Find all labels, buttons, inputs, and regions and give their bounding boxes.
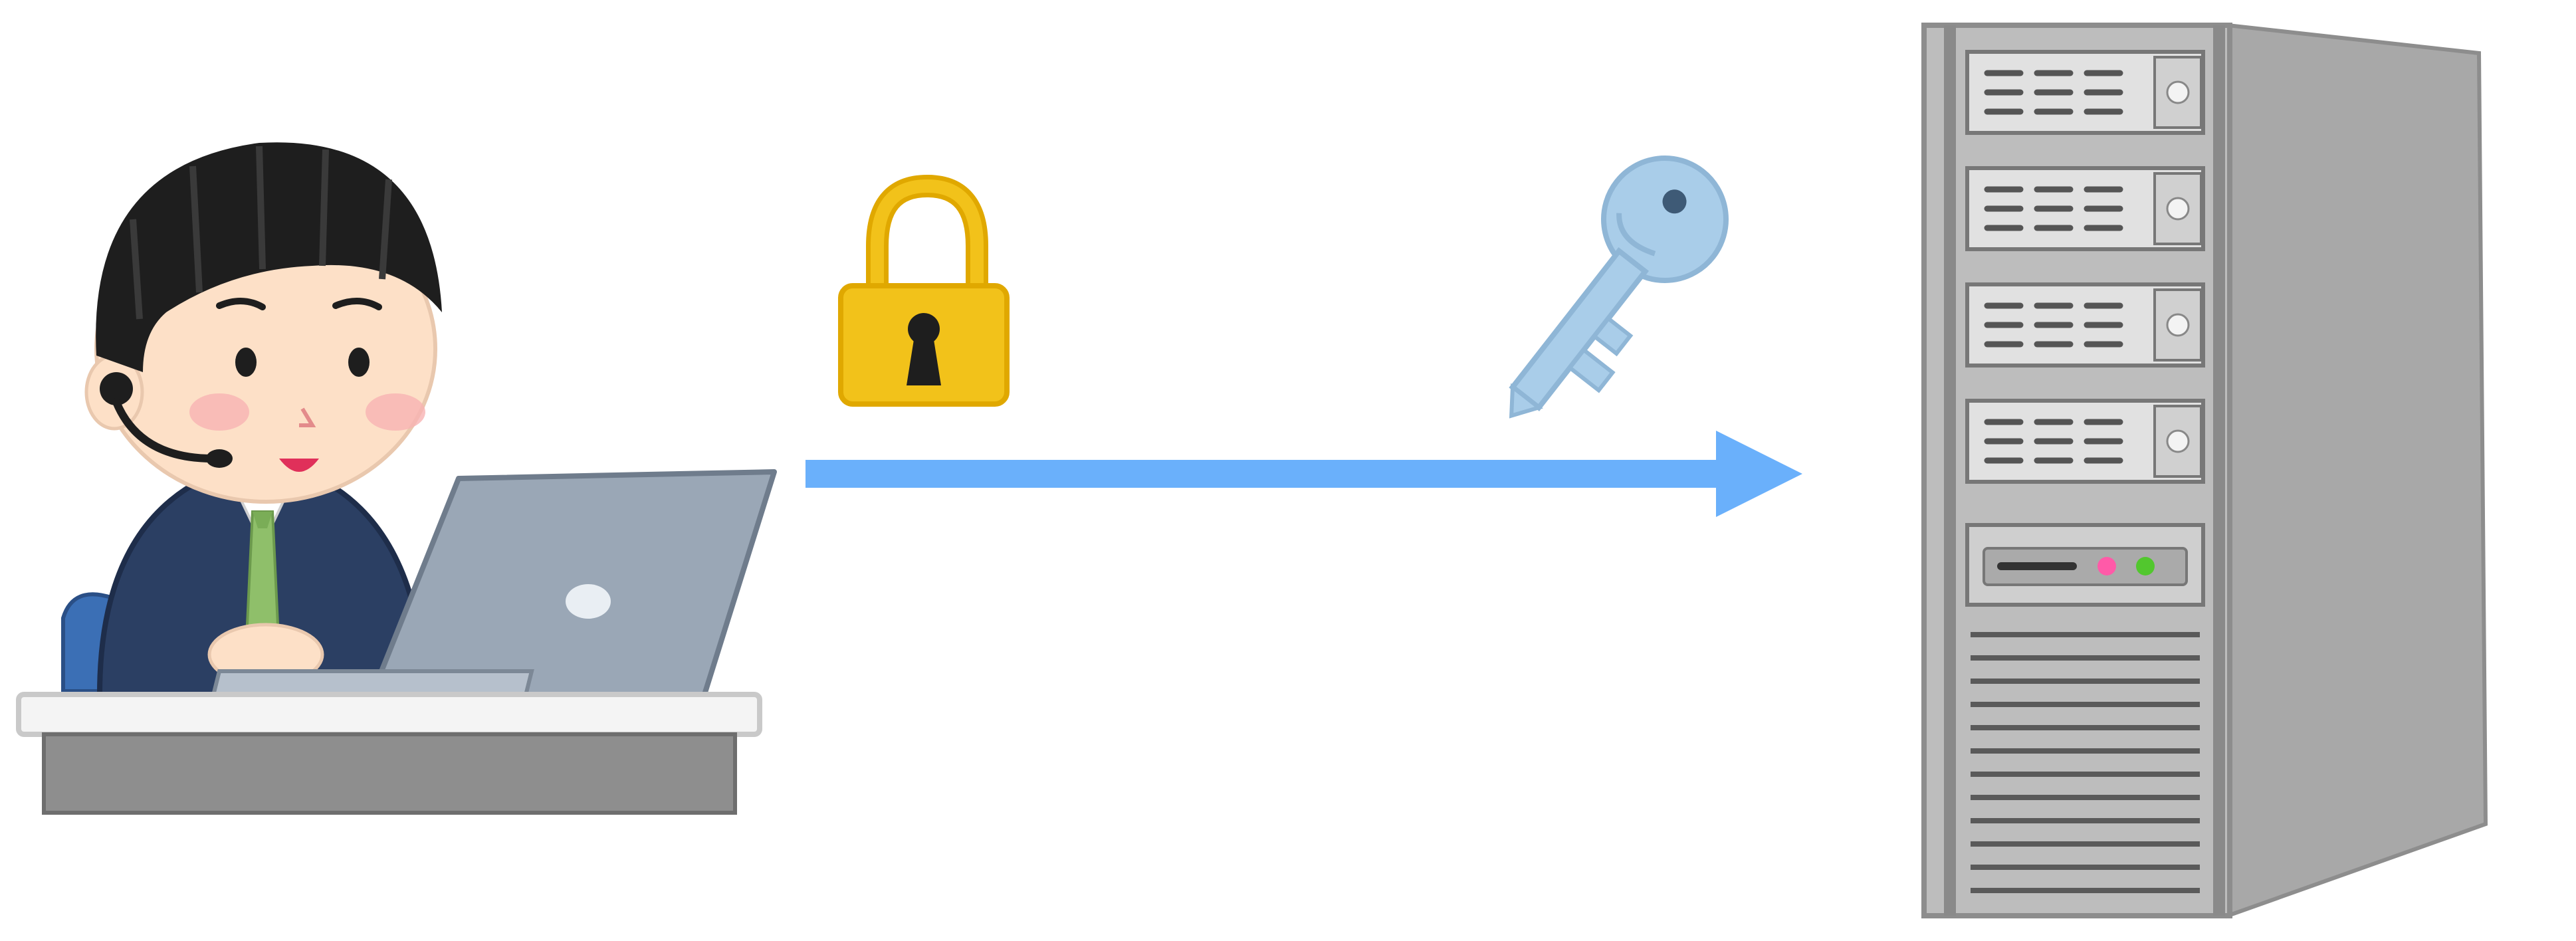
padlock-icon bbox=[838, 174, 1010, 407]
diagram-canvas bbox=[0, 0, 2576, 941]
operator-with-laptop-icon bbox=[16, 142, 777, 815]
server-tower-icon bbox=[1921, 23, 2488, 919]
server-status-panel bbox=[1965, 523, 2205, 607]
key-icon bbox=[1509, 156, 1729, 419]
arrow-client-to-server bbox=[805, 431, 1802, 517]
